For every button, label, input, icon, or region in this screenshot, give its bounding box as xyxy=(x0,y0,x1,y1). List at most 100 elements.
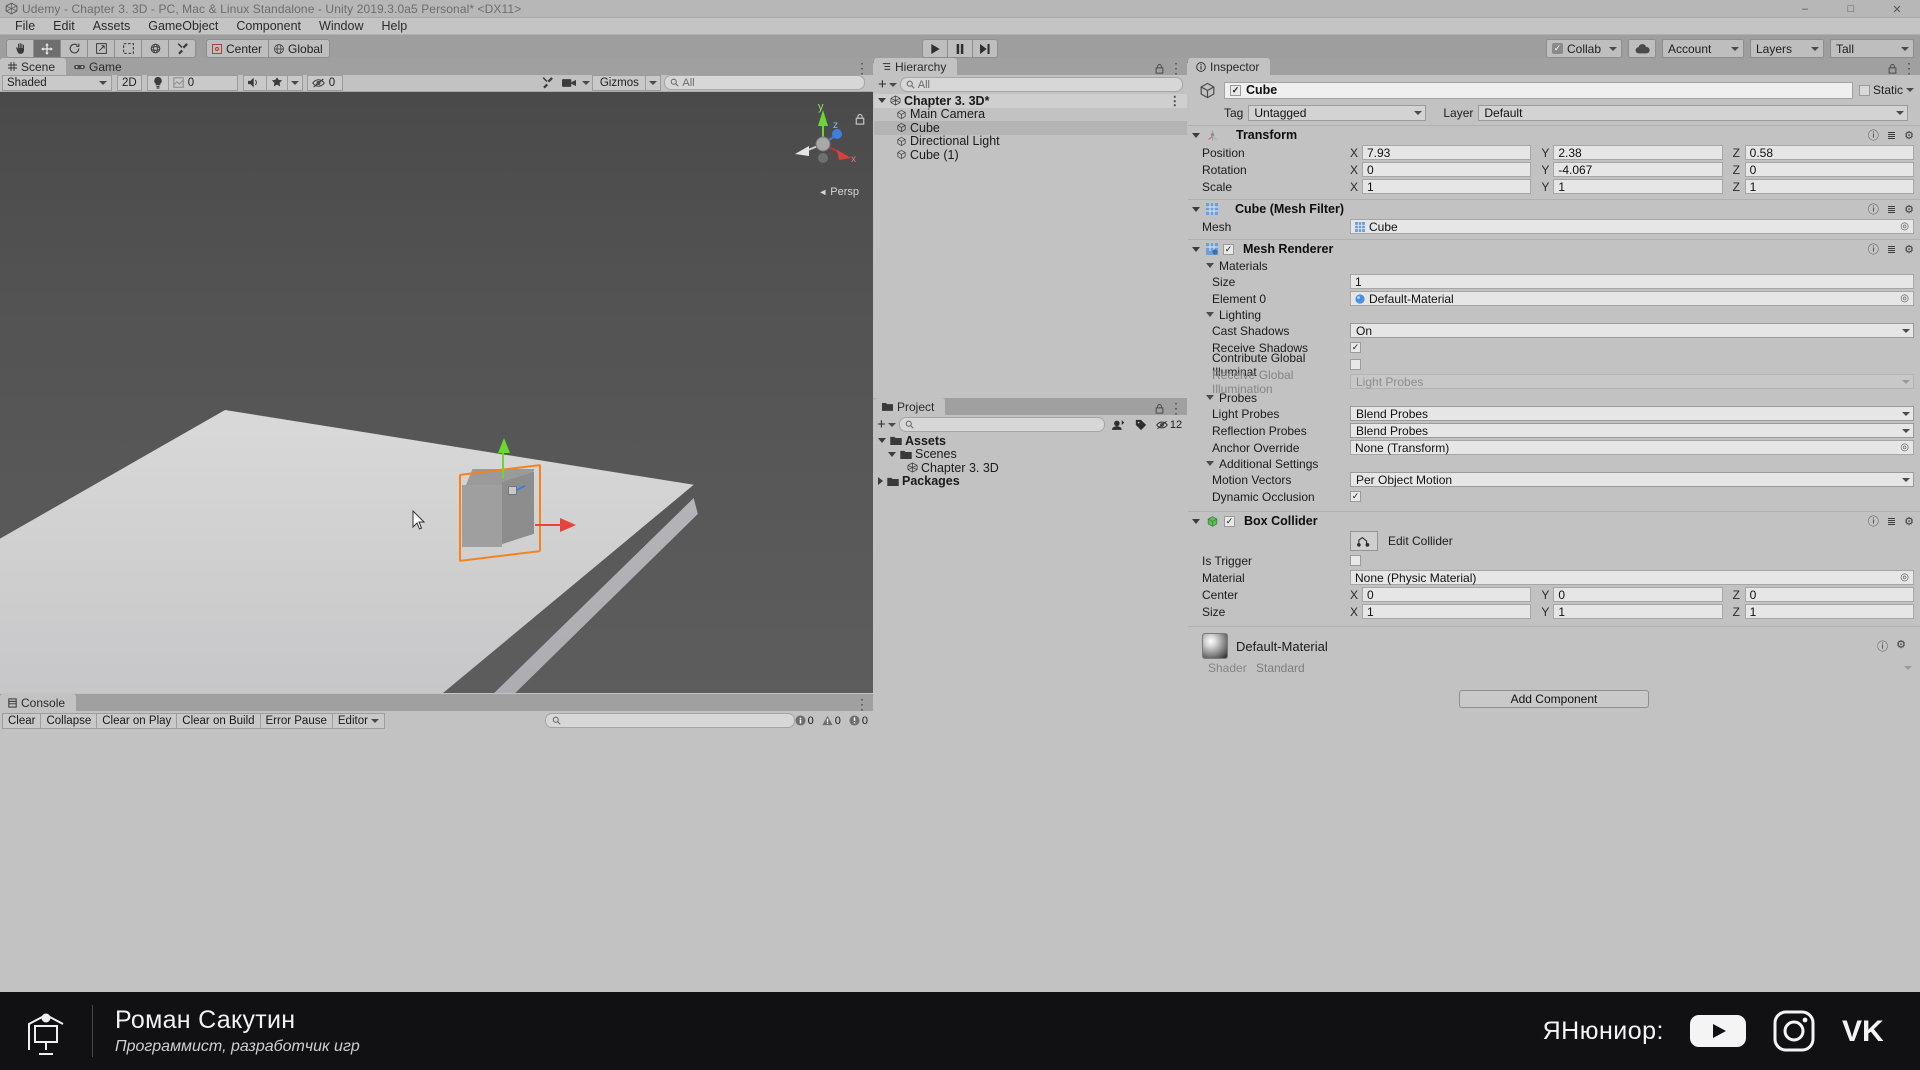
component-header-transform[interactable]: Transform ⓘ ≣ ⚙ xyxy=(1188,125,1920,144)
close-button[interactable]: ✕ xyxy=(1874,0,1920,18)
hierarchy-row-directional-light[interactable]: Directional Light xyxy=(874,134,1187,148)
material-preview-header[interactable]: Default-Material ⓘ ⚙ xyxy=(1188,626,1920,659)
chevron-down-icon[interactable] xyxy=(1192,132,1200,138)
collider-size-x-input[interactable]: 1 xyxy=(1362,604,1532,619)
object-picker-icon[interactable]: ◎ xyxy=(1900,572,1909,583)
error-count[interactable]: 0 xyxy=(846,713,871,729)
component-header-mesh-renderer[interactable]: ✓ Mesh Renderer ⓘ ≣ ⚙ xyxy=(1188,239,1920,258)
audio-icon[interactable] xyxy=(242,74,267,91)
static-checkbox[interactable] xyxy=(1858,84,1870,96)
project-row-packages[interactable]: Packages xyxy=(874,474,1187,488)
hidden-packages-badge[interactable]: 12 xyxy=(1154,417,1184,432)
step-button[interactable] xyxy=(972,39,998,58)
object-enabled-checkbox[interactable]: ✓ xyxy=(1230,84,1241,96)
menu-assets[interactable]: Assets xyxy=(84,18,140,35)
component-actions[interactable]: ⓘ ≣ ⚙ xyxy=(1868,201,1914,217)
position-z-input[interactable]: 0.58 xyxy=(1744,145,1914,160)
reflection-probes-dropdown[interactable]: Blend Probes xyxy=(1350,423,1914,438)
hierarchy-row-scene[interactable]: Chapter 3. 3D* ⋮ xyxy=(874,94,1187,108)
camera-dropdown[interactable] xyxy=(579,75,593,91)
image-effects-field[interactable]: 0 xyxy=(167,74,238,91)
tab-project[interactable]: Project xyxy=(874,398,946,415)
scale-x-input[interactable]: 1 xyxy=(1362,179,1532,194)
tab-inspector[interactable]: Inspector xyxy=(1188,58,1271,75)
instagram-icon[interactable] xyxy=(1772,1009,1816,1053)
chevron-right-icon[interactable] xyxy=(878,477,883,486)
clear-on-play-button[interactable]: Clear on Play xyxy=(96,712,178,729)
move-gizmo-y-axis[interactable] xyxy=(498,438,510,478)
chevron-down-icon[interactable] xyxy=(1192,518,1200,524)
object-picker-icon[interactable]: ◎ xyxy=(1900,293,1909,304)
project-search-input[interactable] xyxy=(898,417,1105,432)
center-y-input[interactable]: 0 xyxy=(1553,587,1723,602)
chevron-down-icon[interactable] xyxy=(888,451,896,457)
receive-shadows-checkbox[interactable]: ✓ xyxy=(1350,342,1361,353)
clear-button[interactable]: Clear xyxy=(2,712,42,729)
hierarchy-row-main-camera[interactable]: Main Camera xyxy=(874,107,1187,121)
gizmos-button[interactable]: Gizmos xyxy=(592,74,647,91)
component-actions[interactable]: ⓘ ≣ ⚙ xyxy=(1868,241,1914,257)
rotate-tool-icon[interactable] xyxy=(60,39,88,58)
youtube-icon[interactable] xyxy=(1690,1011,1746,1051)
console-message-list[interactable] xyxy=(0,730,873,837)
editor-dropdown[interactable]: Editor xyxy=(331,712,385,729)
warning-count[interactable]: 0 xyxy=(819,713,844,729)
log-count[interactable]: 0 xyxy=(792,713,817,729)
rect-tool-icon[interactable] xyxy=(114,39,142,58)
chevron-down-icon[interactable] xyxy=(878,98,886,104)
move-gizmo-center[interactable] xyxy=(508,486,517,495)
console-search-input[interactable] xyxy=(545,713,795,728)
component-actions[interactable]: ⓘ ≣ ⚙ xyxy=(1868,127,1914,143)
component-header-box-collider[interactable]: ✓ Box Collider ⓘ ≣ ⚙ xyxy=(1188,511,1920,530)
project-row-scene-asset[interactable]: Chapter 3. 3D xyxy=(874,461,1187,475)
light-probes-dropdown[interactable]: Blend Probes xyxy=(1350,406,1914,421)
rotation-y-input[interactable]: -4.067 xyxy=(1553,162,1723,177)
hand-tool-icon[interactable] xyxy=(6,39,34,58)
inspector-tab-controls[interactable]: ⋮ xyxy=(1888,60,1916,77)
custom-tool-icon[interactable] xyxy=(168,39,196,58)
center-x-input[interactable]: 0 xyxy=(1362,587,1532,602)
tag-dropdown[interactable]: Untagged xyxy=(1248,105,1427,121)
pivot-toggle[interactable]: Center xyxy=(206,39,270,58)
menu-window[interactable]: Window xyxy=(310,18,372,35)
static-toggle[interactable]: Static xyxy=(1858,83,1914,97)
materials-foldout[interactable]: Materials xyxy=(1188,258,1920,273)
object-name-input[interactable]: ✓ Cube xyxy=(1224,81,1853,99)
create-object-button[interactable]: + xyxy=(878,77,897,92)
tab-game[interactable]: Game xyxy=(66,58,133,75)
contribute-gi-checkbox[interactable] xyxy=(1350,359,1361,370)
menu-gameobject[interactable]: GameObject xyxy=(139,18,227,35)
chevron-down-icon[interactable] xyxy=(878,438,886,444)
mesh-renderer-enabled-checkbox[interactable]: ✓ xyxy=(1223,243,1234,255)
clear-on-build-button[interactable]: Clear on Build xyxy=(176,712,261,729)
chevron-down-icon[interactable] xyxy=(1192,206,1200,212)
material-actions[interactable]: ⓘ ⚙ xyxy=(1877,638,1912,654)
scene-viewport[interactable]: y x z ◄ Persp xyxy=(0,92,873,693)
layer-dropdown[interactable]: Default xyxy=(1478,105,1908,121)
object-picker-icon[interactable]: ◎ xyxy=(1900,221,1909,232)
toggle-2d-button[interactable]: 2D xyxy=(117,74,142,91)
project-tab-controls[interactable]: ⋮ xyxy=(1155,400,1183,417)
draw-mode-dropdown[interactable]: Shaded xyxy=(2,74,112,91)
collider-size-z-input[interactable]: 1 xyxy=(1744,604,1914,619)
add-component-button[interactable]: Add Component xyxy=(1459,690,1649,708)
cast-shadows-dropdown[interactable]: On xyxy=(1350,323,1914,338)
mesh-object-field[interactable]: Cube ◎ xyxy=(1350,219,1914,234)
physic-material-field[interactable]: None (Physic Material) ◎ xyxy=(1350,570,1914,585)
gizmos-dropdown[interactable] xyxy=(645,74,662,91)
scene-view-gizmo[interactable]: y x z xyxy=(787,101,859,180)
component-actions[interactable]: ⓘ ≣ ⚙ xyxy=(1868,513,1914,529)
scale-tool-icon[interactable] xyxy=(87,39,115,58)
effects-dropdown[interactable] xyxy=(286,74,303,91)
scene-row-options-icon[interactable]: ⋮ xyxy=(1169,93,1182,108)
project-row-scenes[interactable]: Scenes xyxy=(874,447,1187,461)
maximize-button[interactable]: □ xyxy=(1828,0,1874,18)
menu-file[interactable]: File xyxy=(6,18,44,35)
additional-settings-foldout[interactable]: Additional Settings xyxy=(1188,456,1920,471)
menu-help[interactable]: Help xyxy=(372,18,416,35)
object-picker-icon[interactable]: ◎ xyxy=(1900,442,1909,453)
collider-size-y-input[interactable]: 1 xyxy=(1553,604,1723,619)
scale-z-input[interactable]: 1 xyxy=(1744,179,1914,194)
dynamic-occlusion-checkbox[interactable]: ✓ xyxy=(1350,491,1361,502)
chevron-down-icon[interactable] xyxy=(1904,665,1912,670)
